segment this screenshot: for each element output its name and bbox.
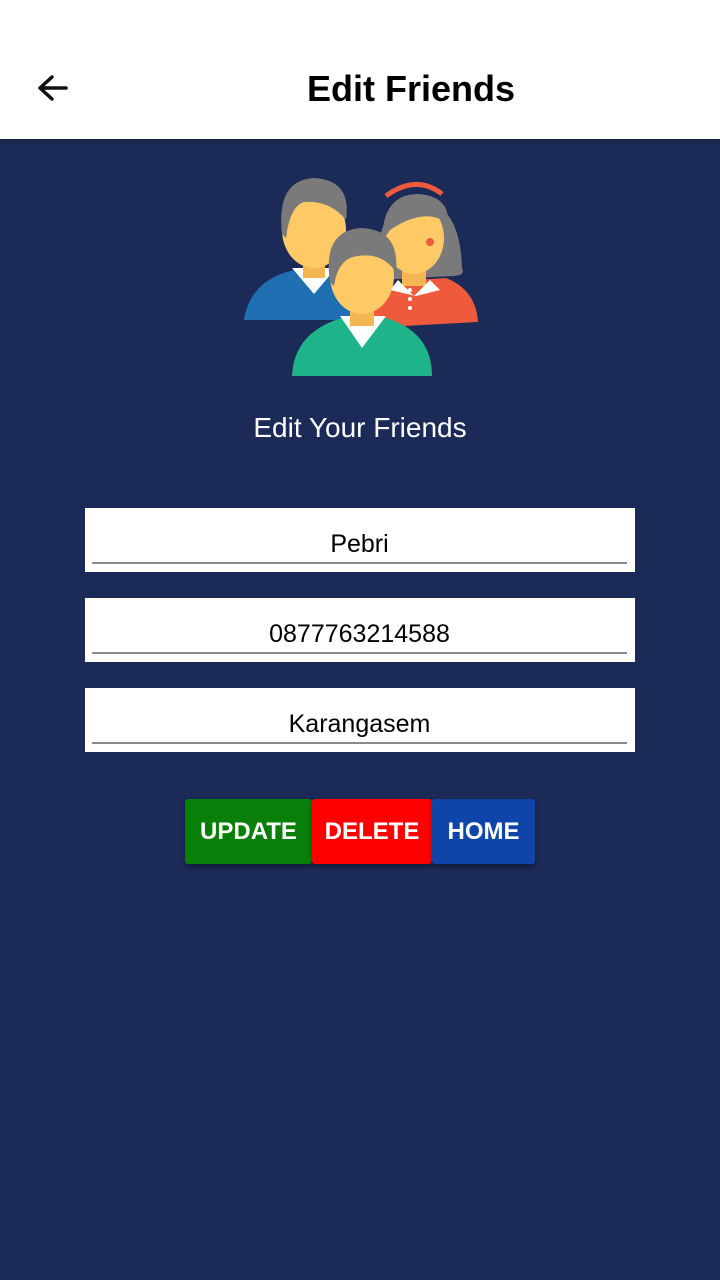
page-title: Edit Friends xyxy=(306,68,516,109)
app-bar: Edit Friends xyxy=(0,0,720,139)
update-button[interactable]: UPDATE xyxy=(185,799,312,864)
phone-field-container xyxy=(85,598,635,662)
address-input[interactable] xyxy=(92,698,627,744)
friends-group-icon xyxy=(244,178,478,376)
name-input[interactable] xyxy=(92,518,627,564)
name-field-container xyxy=(85,508,635,572)
home-button[interactable]: HOME xyxy=(432,799,535,864)
phone-input[interactable] xyxy=(92,608,627,654)
delete-button[interactable]: DELETE xyxy=(312,799,432,864)
page-subtitle: Edit Your Friends xyxy=(253,412,467,443)
action-buttons: UPDATE DELETE HOME xyxy=(185,799,535,864)
address-field-container xyxy=(85,688,635,752)
